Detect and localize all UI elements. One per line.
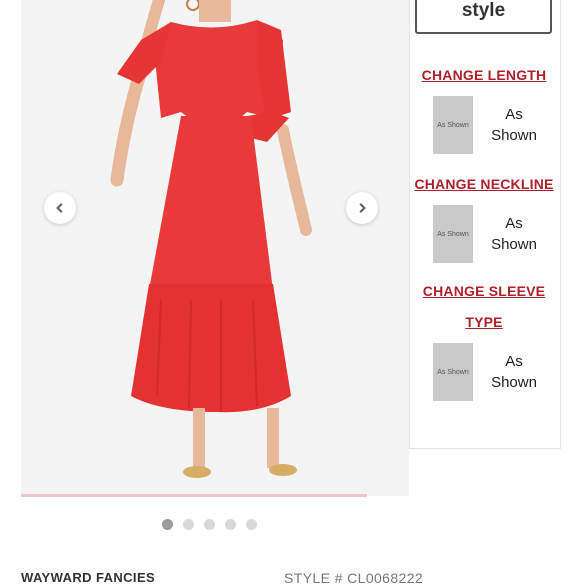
- neckline-swatch-text: As Shown: [437, 230, 469, 238]
- neckline-value: As Shown: [491, 215, 537, 253]
- previous-image-button[interactable]: [44, 192, 76, 224]
- sleeve-title-line1: CHANGE SLEEVE: [422, 283, 546, 299]
- sleeve-swatch-text: As Shown: [437, 368, 469, 376]
- style-number: STYLE # CL0068222: [284, 570, 424, 586]
- style-button-label: style: [461, 0, 506, 21]
- gallery-progress-bar: [21, 494, 367, 497]
- change-length-link[interactable]: CHANGE LENGTH: [409, 67, 559, 83]
- sleeve-value: As Shown: [491, 353, 537, 391]
- change-sleeve-type-link[interactable]: CHANGE SLEEVE: [409, 283, 559, 299]
- chevron-right-icon: [359, 203, 366, 213]
- product-image[interactable]: [21, 0, 409, 496]
- change-sleeve-type-link-line2[interactable]: TYPE: [409, 314, 559, 330]
- sleeve-swatch[interactable]: As Shown: [433, 343, 473, 401]
- neckline-swatch[interactable]: As Shown: [433, 205, 473, 263]
- chevron-left-icon: [56, 203, 63, 213]
- dress-illustration: [21, 0, 409, 496]
- next-image-button[interactable]: [346, 192, 378, 224]
- gallery-dot[interactable]: [204, 519, 215, 530]
- gallery-dot[interactable]: [183, 519, 194, 530]
- length-swatch-text: As Shown: [437, 121, 469, 129]
- length-value: As Shown: [491, 106, 537, 144]
- gallery-dot[interactable]: [225, 519, 236, 530]
- sleeve-title-line2: TYPE: [465, 314, 503, 330]
- brand-name[interactable]: WAYWARD FANCIES: [21, 570, 155, 585]
- gallery-dots: [162, 519, 257, 530]
- gallery-dot[interactable]: [246, 519, 257, 530]
- change-neckline-link[interactable]: CHANGE NECKLINE: [409, 176, 559, 192]
- style-button[interactable]: style: [415, 0, 552, 34]
- length-swatch[interactable]: As Shown: [433, 96, 473, 154]
- gallery-dot[interactable]: [162, 519, 173, 530]
